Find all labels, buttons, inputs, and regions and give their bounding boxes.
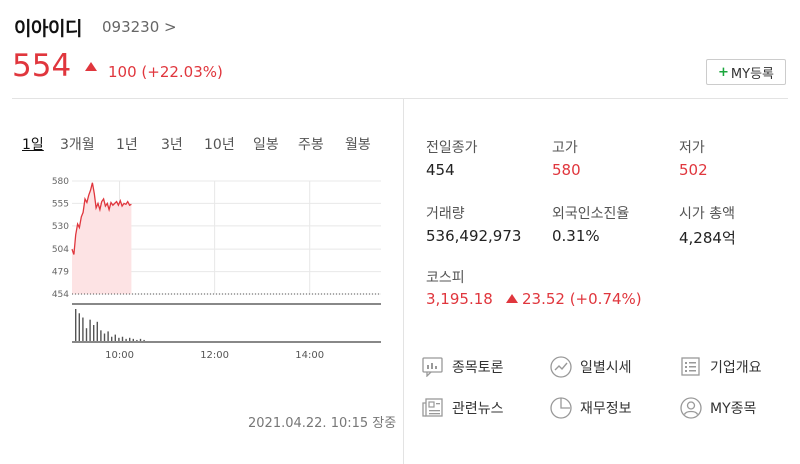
- trend-icon: [550, 356, 572, 378]
- document-list-icon: [680, 356, 702, 378]
- kospi-change-text: 23.52 (+0.74%): [522, 290, 642, 308]
- volume-value: 536,492,973: [426, 227, 522, 245]
- my-stocks-label: MY종목: [710, 401, 757, 417]
- column-divider: [403, 99, 404, 464]
- high-label: 고가: [552, 140, 578, 156]
- tab-daily-candle[interactable]: 일봉: [253, 134, 279, 154]
- up-arrow-icon: [506, 294, 518, 303]
- volume-bar: [78, 313, 80, 341]
- y-tick-label: 555: [52, 199, 69, 209]
- volume-bar: [75, 309, 77, 341]
- financial-info-label: 재무정보: [580, 401, 632, 417]
- volume-bar: [121, 336, 124, 341]
- related-news-label: 관련뉴스: [452, 401, 504, 417]
- current-price: 554: [12, 48, 72, 84]
- daily-price-link[interactable]: 일별시세: [550, 356, 632, 378]
- my-register-label: MY등록: [730, 66, 774, 82]
- kospi-value: 3,195.18: [426, 290, 493, 308]
- company-overview-link[interactable]: 기업개요: [680, 356, 762, 378]
- y-tick-label: 504: [52, 245, 69, 255]
- x-tick-label: 10:00: [105, 350, 134, 361]
- stock-name[interactable]: 이아이디: [14, 14, 82, 41]
- volume-bar: [96, 321, 98, 341]
- x-tick-label: 12:00: [200, 350, 229, 361]
- low-value: 502: [679, 161, 708, 179]
- prev-close-value: 454: [426, 161, 455, 179]
- volume-bar: [132, 338, 134, 341]
- volume-bar: [100, 330, 102, 341]
- y-tick-label: 454: [52, 290, 69, 300]
- news-icon: [422, 397, 444, 419]
- volume-bar: [125, 338, 127, 341]
- kospi-change: 23.52 (+0.74%): [506, 290, 642, 308]
- volume-bar: [118, 337, 120, 341]
- volume-bar: [82, 317, 84, 341]
- volume-bar: [129, 337, 131, 341]
- y-tick-label: 479: [52, 268, 69, 278]
- volume-bar: [93, 325, 95, 341]
- stock-code-link[interactable]: 093230 >: [102, 18, 177, 36]
- market-cap-value: 4,284억: [679, 229, 736, 247]
- market-cap-label: 시가 총액: [679, 206, 735, 222]
- discussion-icon: [422, 356, 444, 378]
- volume-bar: [136, 339, 138, 341]
- price-change: 100 (+22.03%): [108, 63, 223, 81]
- tab-weekly-candle[interactable]: 주봉: [298, 134, 324, 154]
- plus-icon: +: [718, 64, 729, 80]
- volume-bar: [143, 339, 145, 341]
- tab-3month[interactable]: 3개월: [60, 134, 95, 154]
- volume-bar: [114, 334, 116, 341]
- chart-timestamp: 2021.04.22. 10:15 장중: [248, 416, 397, 431]
- y-tick-label: 530: [52, 222, 69, 232]
- high-value: 580: [552, 161, 581, 179]
- x-tick-label: 14:00: [295, 350, 324, 361]
- prev-close-label: 전일종가: [426, 140, 478, 156]
- volume-bar: [85, 328, 88, 341]
- discussion-link[interactable]: 종목토론: [422, 356, 504, 378]
- tab-1year[interactable]: 1년: [116, 134, 138, 154]
- kospi-label: 코스피: [426, 270, 465, 286]
- low-label: 저가: [679, 140, 705, 156]
- my-register-button[interactable]: + MY등록: [706, 59, 786, 85]
- volume-bar: [139, 338, 142, 341]
- tab-monthly-candle[interactable]: 월봉: [345, 134, 371, 154]
- my-stocks-link[interactable]: MY종목: [680, 397, 756, 419]
- price-area: [72, 182, 132, 294]
- daily-price-label: 일별시세: [580, 360, 632, 376]
- volume-label: 거래량: [426, 206, 465, 222]
- volume-bar: [111, 336, 113, 341]
- pie-chart-icon: [550, 397, 572, 419]
- volume-bar: [103, 333, 106, 341]
- header-divider: [12, 98, 788, 99]
- foreign-ratio-label: 외국인소진율: [552, 206, 630, 222]
- y-tick-label: 580: [52, 177, 69, 187]
- tab-3year[interactable]: 3년: [161, 134, 183, 154]
- tab-1day[interactable]: 1일: [22, 134, 44, 154]
- intraday-chart: 580 555 530 504 479 454 10:00 12:00 14:00: [52, 177, 381, 361]
- up-arrow-icon: [85, 62, 97, 71]
- volume-bar: [89, 319, 91, 341]
- user-icon: [680, 397, 702, 419]
- volume-bar: [107, 331, 109, 341]
- discussion-label: 종목토론: [452, 360, 504, 376]
- financial-info-link[interactable]: 재무정보: [550, 397, 632, 419]
- foreign-ratio-value: 0.31%: [552, 227, 600, 245]
- related-news-link[interactable]: 관련뉴스: [422, 397, 504, 419]
- company-overview-label: 기업개요: [710, 360, 762, 376]
- tab-10year[interactable]: 10년: [204, 134, 235, 154]
